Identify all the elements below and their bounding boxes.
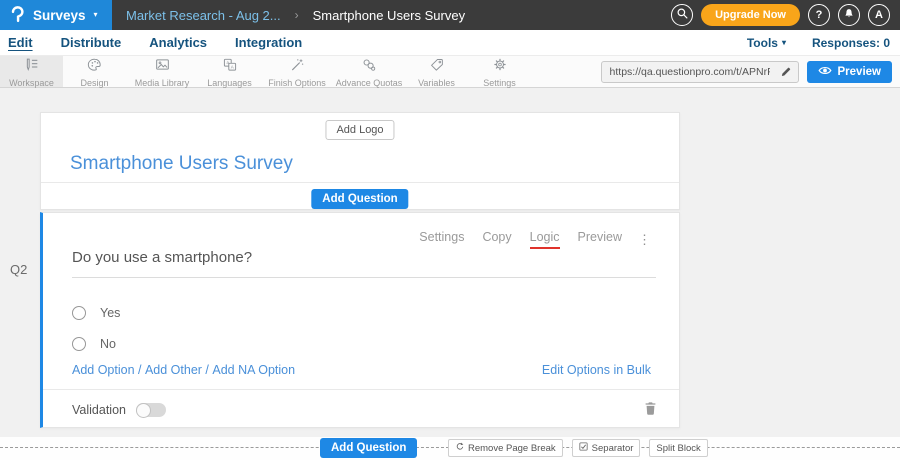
add-option-link[interactable]: Add Option	[72, 363, 135, 377]
help-button[interactable]: ?	[808, 4, 830, 26]
delete-question-button[interactable]	[644, 401, 657, 419]
surveys-menu[interactable]: Surveys ▾	[0, 0, 112, 30]
divider	[41, 182, 679, 183]
avatar-button[interactable]: A	[868, 4, 890, 26]
preview-button[interactable]: Preview	[807, 61, 892, 83]
option-row-no: No	[72, 337, 116, 351]
add-logo-button[interactable]: Add Logo	[325, 120, 394, 140]
toolbar-item-design[interactable]: Design	[63, 56, 126, 87]
svg-text:A: A	[230, 64, 233, 69]
breadcrumb-parent[interactable]: Market Research - Aug 2...	[126, 8, 281, 23]
radio-no[interactable]	[72, 337, 86, 351]
image-icon	[154, 57, 171, 77]
validation-label: Validation	[72, 403, 126, 417]
question-mark-icon: ?	[816, 9, 823, 21]
upgrade-now-button[interactable]: Upgrade Now	[701, 4, 800, 26]
chevron-down-icon: ▾	[782, 39, 786, 47]
add-other-link[interactable]: Add Other	[145, 363, 202, 377]
topbar-actions: Upgrade Now ? A	[671, 4, 900, 26]
toolbar-item-finish-options[interactable]: Finish Options	[261, 56, 333, 87]
survey-title[interactable]: Smartphone Users Survey	[70, 153, 293, 175]
toolbar-item-media-library[interactable]: Media Library	[126, 56, 198, 87]
survey-header-card: Add Logo Smartphone Users Survey Add Que…	[40, 112, 680, 210]
refresh-icon	[455, 442, 464, 454]
editor-toolbar: Workspace Design Media Library aA Langua…	[0, 56, 900, 88]
question-tab-logic[interactable]: Logic	[530, 230, 560, 249]
breadcrumb-current: Smartphone Users Survey	[313, 8, 465, 23]
split-block-button[interactable]: Split Block	[649, 439, 707, 457]
section-nav: Edit Distribute Analytics Integration To…	[0, 30, 900, 56]
tab-edit[interactable]: Edit	[8, 35, 33, 50]
remove-page-break-button[interactable]: Remove Page Break	[448, 439, 563, 457]
validation-row: Validation	[72, 401, 657, 419]
chevron-down-icon: ▾	[94, 11, 98, 19]
add-question-button-top[interactable]: Add Question	[311, 189, 408, 209]
kebab-menu-icon[interactable]: ⋮	[638, 233, 651, 246]
questionpro-survey-editor: Surveys ▾ Market Research - Aug 2... › S…	[0, 0, 900, 460]
question-tabs: Settings Copy Logic Preview ⋮	[419, 230, 651, 249]
responses-count[interactable]: Responses: 0	[812, 36, 890, 50]
checkbox-checked-icon	[579, 442, 588, 454]
questionpro-logo-icon	[10, 6, 25, 24]
option-label-no[interactable]: No	[100, 337, 116, 351]
tab-analytics[interactable]: Analytics	[149, 35, 207, 50]
add-question-button-bottom[interactable]: Add Question	[320, 438, 417, 458]
gear-icon	[492, 57, 508, 77]
survey-canvas: Add Logo Smartphone Users Survey Add Que…	[0, 88, 900, 460]
toolbar-item-advance-quotas[interactable]: Advance Quotas	[333, 56, 405, 87]
workspace-icon	[23, 57, 40, 77]
top-bar: Surveys ▾ Market Research - Aug 2... › S…	[0, 0, 900, 30]
palette-icon	[87, 57, 103, 77]
toolbar-item-languages[interactable]: aA Languages	[198, 56, 261, 87]
toolbar-item-workspace[interactable]: Workspace	[0, 56, 63, 87]
option-row-yes: Yes	[72, 306, 120, 320]
link-separator: /	[135, 363, 145, 377]
magic-wand-icon	[289, 57, 305, 77]
bell-icon	[843, 7, 855, 23]
eye-icon	[818, 65, 832, 79]
pencil-icon	[780, 64, 792, 79]
validation-toggle[interactable]	[136, 403, 166, 417]
translate-icon: aA	[222, 57, 238, 77]
toolbar-item-variables[interactable]: Variables	[405, 56, 468, 87]
question-text[interactable]: Do you use a smartphone?	[72, 249, 656, 278]
option-links-row: Add Option / Add Other / Add NA Option E…	[72, 363, 651, 377]
survey-url-input[interactable]	[602, 66, 774, 78]
notifications-button[interactable]	[838, 4, 860, 26]
radio-yes[interactable]	[72, 306, 86, 320]
page-break-controls: Remove Page Break Separator Split Block	[448, 439, 708, 457]
tools-menu[interactable]: Tools ▾	[747, 36, 786, 50]
divider	[43, 389, 679, 390]
question-tab-copy[interactable]: Copy	[482, 230, 511, 249]
page-break-strip: Add Question Remove Page Break Separator…	[0, 437, 900, 460]
trash-icon	[644, 401, 657, 419]
toolbar-item-settings[interactable]: Settings	[468, 56, 531, 87]
search-button[interactable]	[671, 4, 693, 26]
option-label-yes[interactable]: Yes	[100, 306, 120, 320]
avatar: A	[875, 9, 883, 21]
breadcrumb: Market Research - Aug 2... › Smartphone …	[126, 8, 465, 23]
add-na-option-link[interactable]: Add NA Option	[212, 363, 295, 377]
toggle-knob	[136, 403, 151, 418]
link-separator: /	[202, 363, 212, 377]
tab-distribute[interactable]: Distribute	[61, 35, 122, 50]
separator-button[interactable]: Separator	[572, 439, 641, 457]
edit-url-button[interactable]	[774, 64, 798, 79]
tab-integration[interactable]: Integration	[235, 35, 302, 50]
breadcrumb-separator-icon: ›	[295, 8, 299, 22]
edit-options-in-bulk-link[interactable]: Edit Options in Bulk	[542, 363, 651, 377]
question-tab-preview[interactable]: Preview	[578, 230, 622, 249]
chain-links-icon	[361, 57, 377, 77]
tag-icon	[429, 57, 445, 77]
question-block: Settings Copy Logic Preview ⋮ Do you use…	[40, 212, 680, 428]
question-tab-settings[interactable]: Settings	[419, 230, 464, 249]
question-number: Q2	[10, 262, 27, 277]
survey-url-box	[601, 61, 799, 83]
search-icon	[676, 7, 689, 23]
surveys-menu-label: Surveys	[33, 8, 86, 23]
